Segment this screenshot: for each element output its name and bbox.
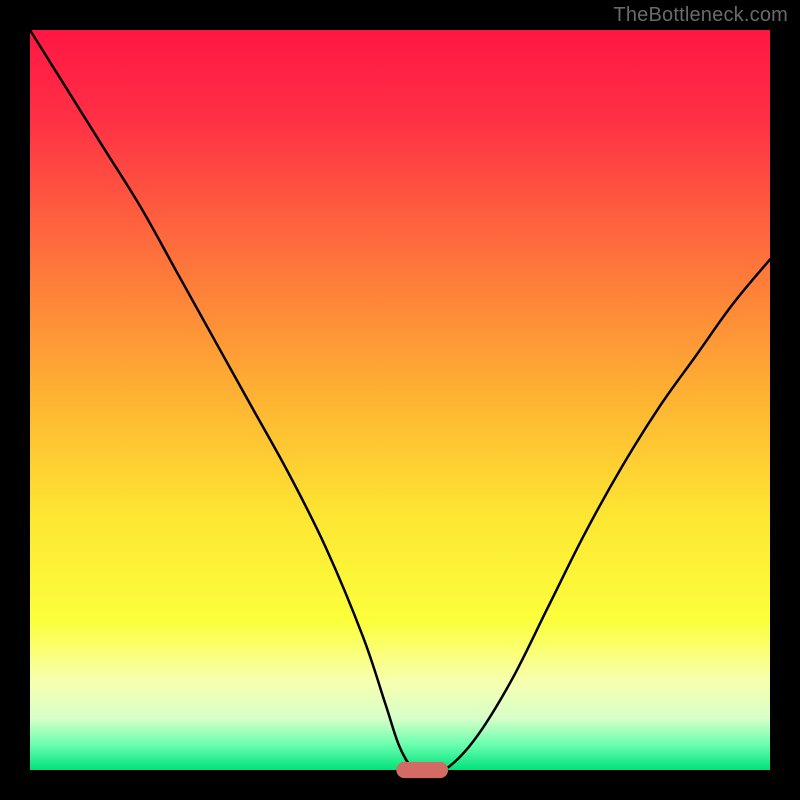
watermark-text: TheBottleneck.com	[613, 4, 788, 27]
optimal-marker	[396, 762, 448, 778]
chart-frame: TheBottleneck.com	[0, 0, 800, 800]
plot-background	[30, 30, 770, 770]
bottleneck-chart	[0, 0, 800, 800]
